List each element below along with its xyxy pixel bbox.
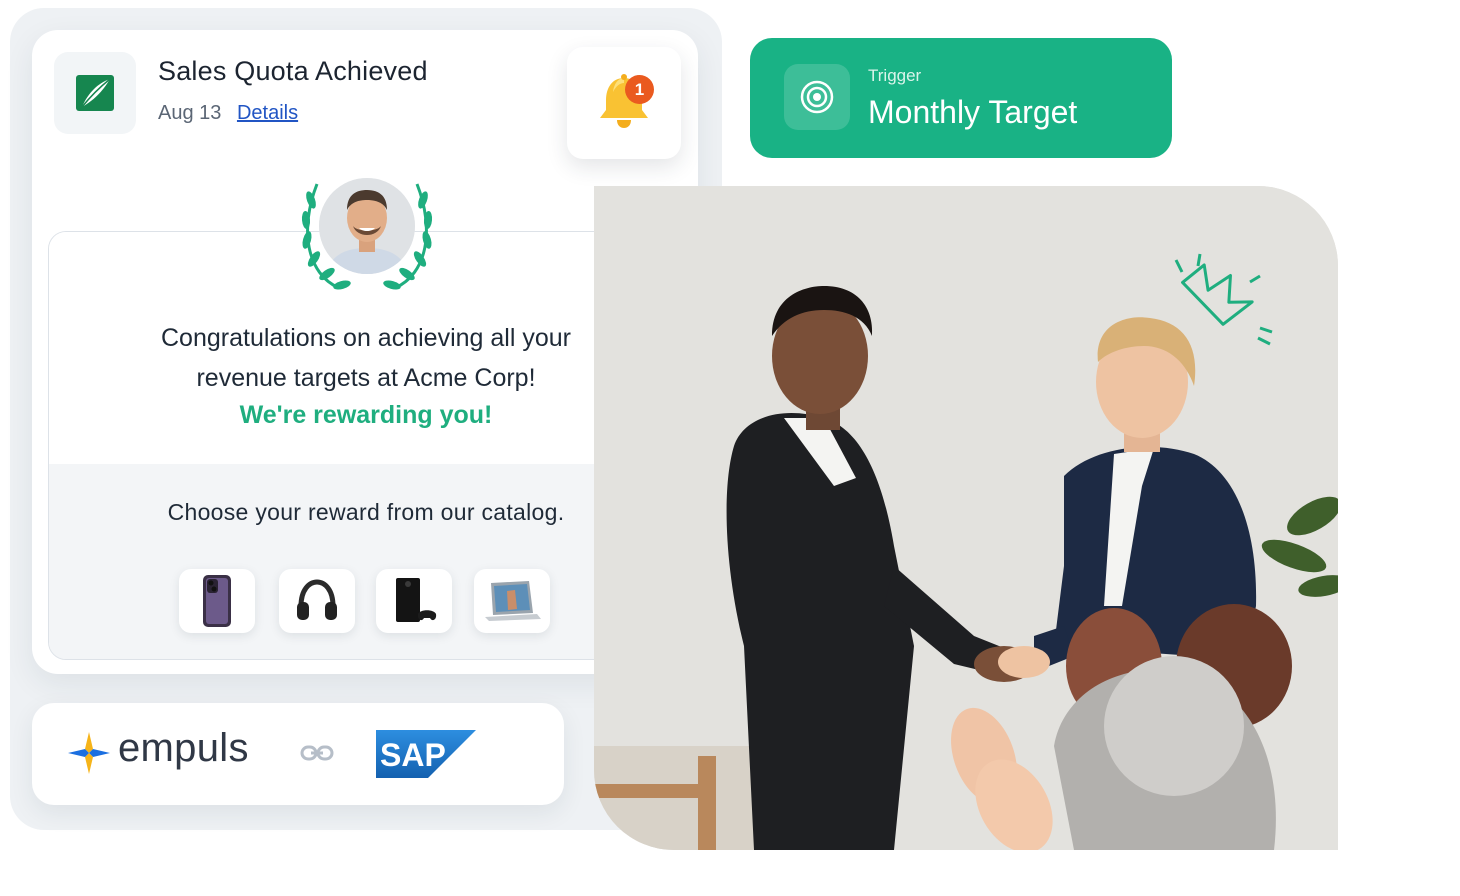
integration-bar [32, 703, 564, 805]
empuls-brand-text: empuls [118, 726, 249, 770]
trigger-icon-box [784, 64, 850, 130]
notification-badge: 1 [625, 75, 654, 104]
game-console-icon [396, 578, 437, 622]
headphones-icon [297, 579, 337, 620]
winner-avatar [297, 170, 437, 294]
handshake-photo [594, 186, 1338, 850]
notification-date: Aug 13 [158, 102, 222, 124]
details-link[interactable]: Details [237, 102, 298, 124]
reward-smartphone[interactable] [179, 569, 255, 633]
notification-meta: Aug 13 Details [158, 102, 298, 125]
empuls-logo-icon [68, 732, 110, 774]
catalog-prompt: Choose your reward from our catalog. [167, 499, 565, 525]
target-icon [800, 80, 834, 114]
trigger-value: Monthly Target [868, 94, 1078, 130]
trigger-label: Trigger [868, 66, 922, 85]
laptop-icon [485, 581, 541, 621]
leaf-logo-icon [76, 75, 114, 111]
sap-logo: SAP [376, 730, 476, 778]
message-box: Congratulations on achieving all your re… [48, 231, 684, 660]
notification-bell-button[interactable] [567, 47, 681, 159]
notification-title: Sales Quota Achieved [158, 56, 428, 86]
handshake-illustration [594, 186, 1338, 850]
laurel-wreath-icon [301, 178, 433, 290]
reward-headphones[interactable] [279, 569, 355, 633]
smartphone-icon [203, 575, 231, 627]
app-icon [54, 52, 136, 134]
reward-game-console[interactable] [376, 569, 452, 633]
sap-logo-text: SAP [380, 737, 446, 773]
link-icon [300, 745, 334, 761]
congrats-line-1: Congratulations on achieving all your [161, 324, 571, 352]
rewarding-text: We're rewarding you! [239, 401, 493, 429]
reward-section [49, 464, 683, 659]
congrats-text: Congratulations on achieving all your re… [49, 318, 683, 398]
reward-laptop[interactable] [474, 569, 550, 633]
congrats-line-2: revenue targets at Acme Corp! [196, 364, 536, 392]
